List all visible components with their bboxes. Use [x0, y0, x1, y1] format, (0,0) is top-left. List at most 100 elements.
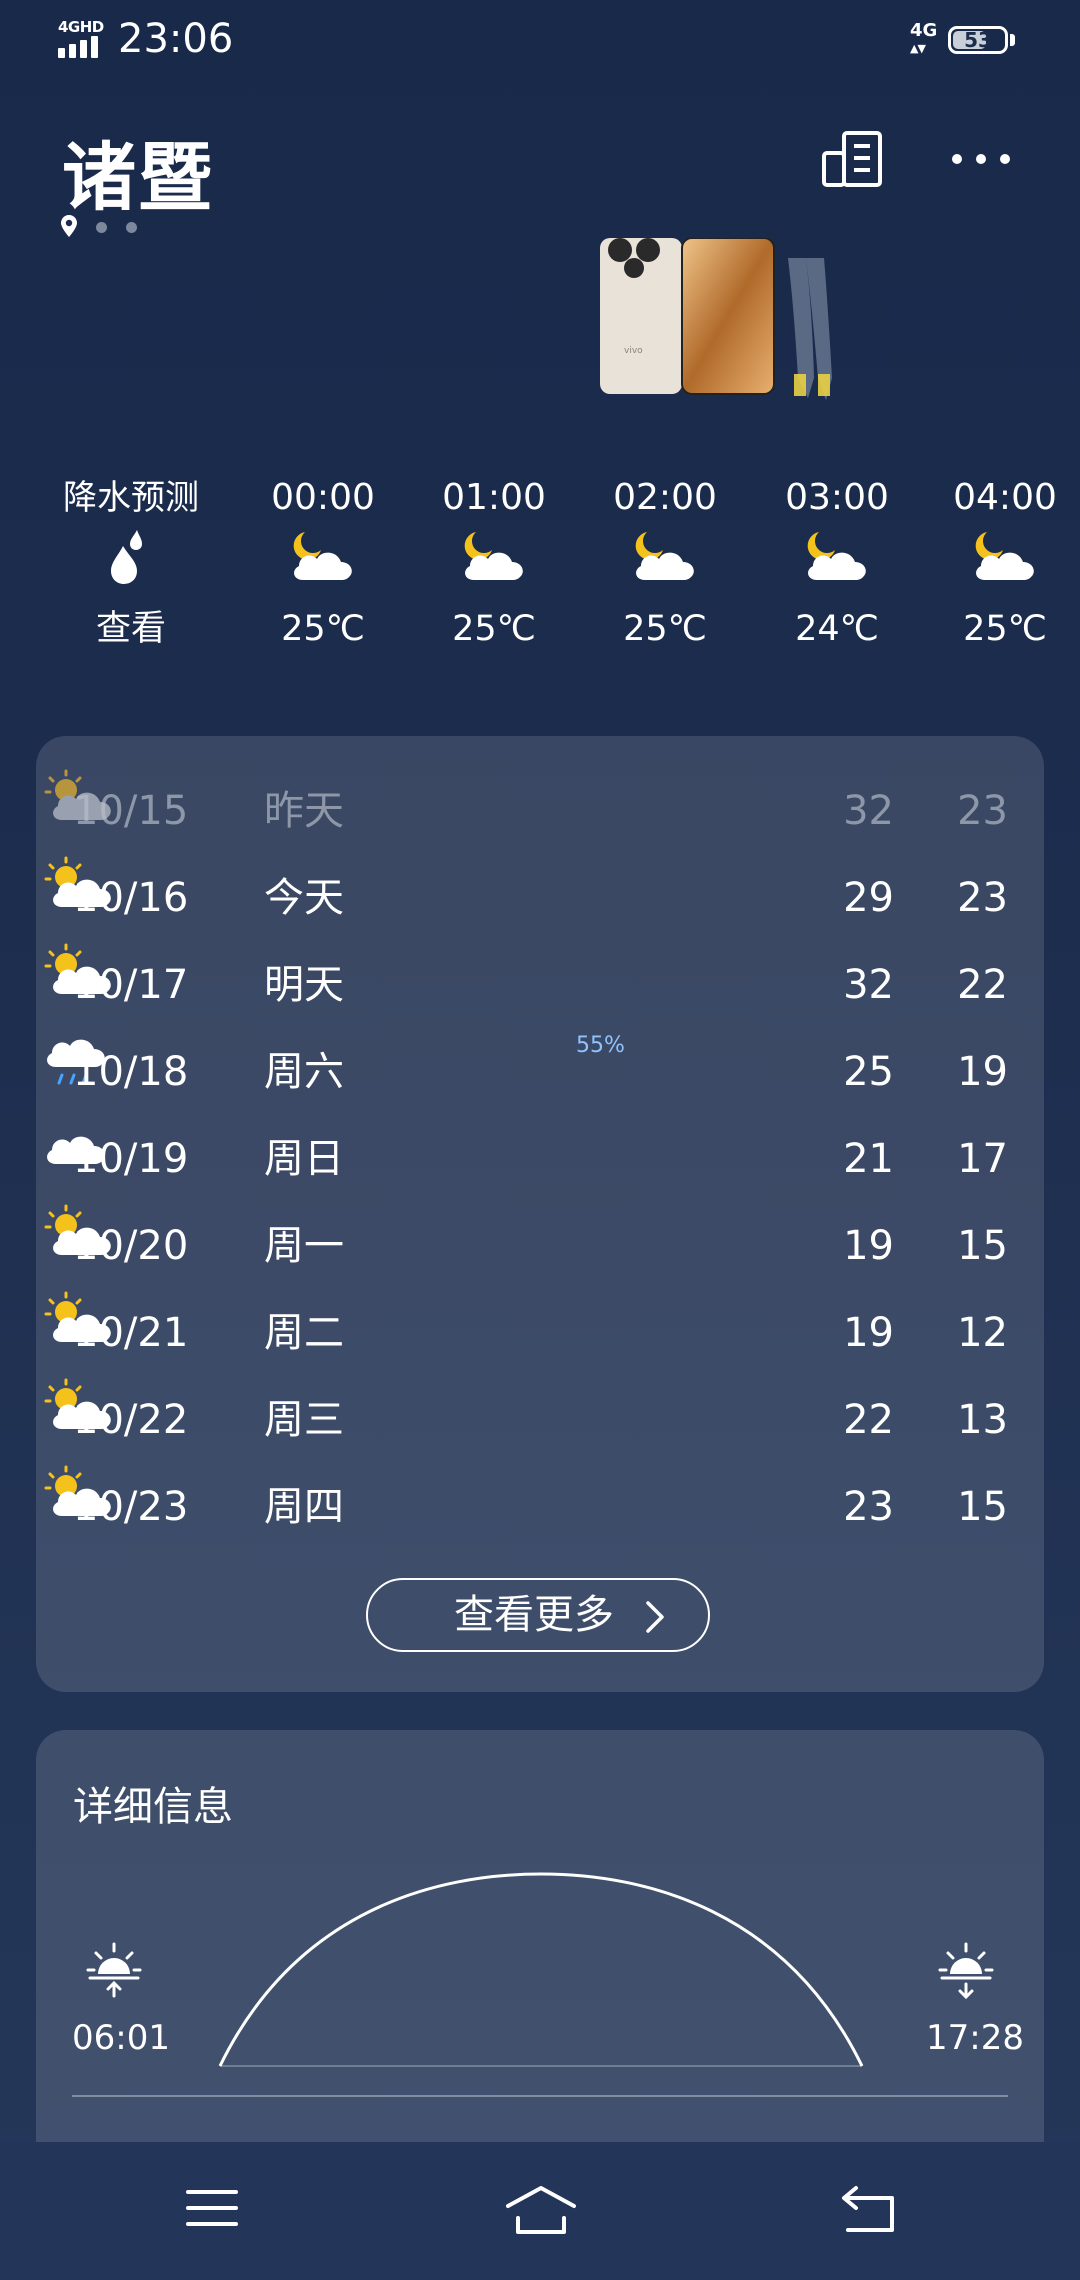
- hour-time: 04:00: [953, 477, 1057, 518]
- forecast-date: 10/17: [73, 962, 189, 1008]
- forecast-day: 周三: [264, 1397, 344, 1443]
- sunrise-time: 06:01: [72, 2018, 170, 2058]
- forecast-high: 32: [843, 788, 894, 834]
- forecast-date: 10/18: [73, 1049, 189, 1095]
- hour-time: 00:00: [271, 477, 375, 518]
- forecast-row[interactable]: 10/22 周三 22 13: [36, 1377, 1044, 1464]
- forecast-high: 32: [843, 962, 894, 1008]
- forecast-day: 明天: [264, 962, 344, 1008]
- hour-temp: 25℃: [623, 609, 707, 649]
- battery-level: 53: [964, 28, 992, 52]
- sunrise-icon: [86, 1942, 142, 1998]
- hour-time: 01:00: [442, 477, 546, 518]
- sunset-time: 17:28: [926, 2018, 1024, 2058]
- moon-cloud-icon: [975, 532, 1034, 580]
- svg-text:vivo: vivo: [624, 346, 643, 356]
- moon-cloud-icon: [807, 532, 866, 580]
- home-icon[interactable]: [504, 2184, 578, 2236]
- sun-path-arc: [218, 1872, 864, 2067]
- view-more-button[interactable]: 查看更多: [366, 1578, 710, 1652]
- forecast-row[interactable]: 10/21 周二 19 12: [36, 1290, 1044, 1377]
- forecast-date: 10/20: [73, 1223, 189, 1269]
- mobile-data-label: 4G: [910, 20, 938, 41]
- hour-item: 02:00 25℃: [590, 470, 740, 658]
- details-title: 详细信息: [73, 1784, 233, 1830]
- forecast-high: 25: [843, 1049, 894, 1095]
- hourly-forecast[interactable]: 降水预测 查看 00:00 25℃ 01:00 25℃ 02:00 25℃ 03…: [0, 470, 1080, 670]
- forecast-low: 15: [957, 1223, 1008, 1269]
- precip-probability: 55%: [576, 1033, 625, 1058]
- ad-banner-image[interactable]: vivo: [598, 238, 858, 408]
- forecast-high: 23: [843, 1484, 894, 1530]
- mobile-data-indicator: 4G ▲▼: [910, 22, 937, 58]
- city-name[interactable]: 诸暨: [62, 118, 214, 225]
- forecast-row[interactable]: 10/18 周六 55% 25 19: [36, 1029, 1044, 1116]
- moon-cloud-icon: [635, 532, 694, 580]
- hour-item: 01:00 25℃: [419, 470, 569, 658]
- sunset-icon: [938, 1942, 994, 2000]
- forecast-high: 29: [843, 875, 894, 921]
- forecast-high: 19: [843, 1223, 894, 1269]
- forecast-day: 周日: [264, 1136, 344, 1182]
- forecast-high: 21: [843, 1136, 894, 1182]
- page-dot: [126, 222, 137, 233]
- city-manage-icon[interactable]: [820, 130, 886, 190]
- hour-temp: 24℃: [795, 609, 879, 649]
- forecast-date: 10/19: [73, 1136, 189, 1182]
- moon-cloud-icon: [293, 532, 352, 580]
- status-bar: 4GHD 23:06 4G ▲▼ 53: [0, 0, 1080, 80]
- back-icon[interactable]: [840, 2184, 898, 2234]
- forecast-day: 周一: [264, 1223, 344, 1269]
- forecast-day: 昨天: [264, 788, 344, 834]
- hour-temp: 25℃: [281, 609, 365, 649]
- signal-icon: 4GHD: [58, 18, 104, 58]
- hour-temp: 25℃: [963, 609, 1047, 649]
- precip-forecast-button[interactable]: 降水预测 查看: [56, 470, 206, 658]
- chevron-right-icon: [646, 1601, 664, 1633]
- forecast-date: 10/21: [73, 1310, 189, 1356]
- battery-icon: 53: [948, 26, 1008, 54]
- forecast-high: 19: [843, 1310, 894, 1356]
- daily-forecast-card[interactable]: 10/15 昨天 32 23 10/16 今天 29 23 10/17 明天 3…: [36, 736, 1044, 1692]
- forecast-row[interactable]: 10/23 周四 23 15: [36, 1464, 1044, 1551]
- precip-label: 降水预测: [63, 478, 199, 518]
- forecast-day: 周二: [264, 1310, 344, 1356]
- forecast-date: 10/16: [73, 875, 189, 921]
- clock: 23:06: [118, 16, 234, 62]
- precip-view-link: 查看: [95, 609, 166, 649]
- divider: [72, 2095, 1008, 2097]
- forecast-low: 19: [957, 1049, 1008, 1095]
- raindrop-icon: [111, 530, 142, 584]
- system-nav-bar: [0, 2142, 1080, 2280]
- forecast-low: 23: [957, 788, 1008, 834]
- forecast-date: 10/22: [73, 1397, 189, 1443]
- moon-cloud-icon: [464, 532, 523, 580]
- view-more-label: 查看更多: [454, 1592, 614, 1638]
- forecast-low: 13: [957, 1397, 1008, 1443]
- forecast-low: 15: [957, 1484, 1008, 1530]
- location-pin-icon: [61, 215, 77, 237]
- forecast-high: 22: [843, 1397, 894, 1443]
- forecast-low: 17: [957, 1136, 1008, 1182]
- partly-cloudy-icon: [44, 769, 111, 820]
- forecast-row[interactable]: 10/16 今天 29 23: [36, 855, 1044, 942]
- forecast-day: 今天: [264, 875, 344, 921]
- hour-time: 02:00: [613, 477, 717, 518]
- forecast-low: 12: [957, 1310, 1008, 1356]
- more-options-icon[interactable]: [952, 154, 1012, 166]
- hour-time: 03:00: [785, 477, 889, 518]
- forecast-low: 23: [957, 875, 1008, 921]
- page-dot: [96, 222, 107, 233]
- hour-item: 03:00 24℃: [762, 470, 912, 658]
- data-arrows-icon: ▲▼: [910, 42, 926, 55]
- network-type-label: 4GHD: [58, 18, 104, 36]
- forecast-row[interactable]: 10/19 周日 21 17: [36, 1116, 1044, 1203]
- forecast-row[interactable]: 10/15 昨天 32 23: [36, 768, 1044, 855]
- hour-temp: 25℃: [452, 609, 536, 649]
- forecast-day: 周四: [264, 1484, 344, 1530]
- menu-icon[interactable]: [184, 2184, 240, 2232]
- forecast-row[interactable]: 10/17 明天 32 22: [36, 942, 1044, 1029]
- forecast-low: 22: [957, 962, 1008, 1008]
- hour-item: 04:00 25℃: [930, 470, 1080, 658]
- forecast-row[interactable]: 10/20 周一 19 15: [36, 1203, 1044, 1290]
